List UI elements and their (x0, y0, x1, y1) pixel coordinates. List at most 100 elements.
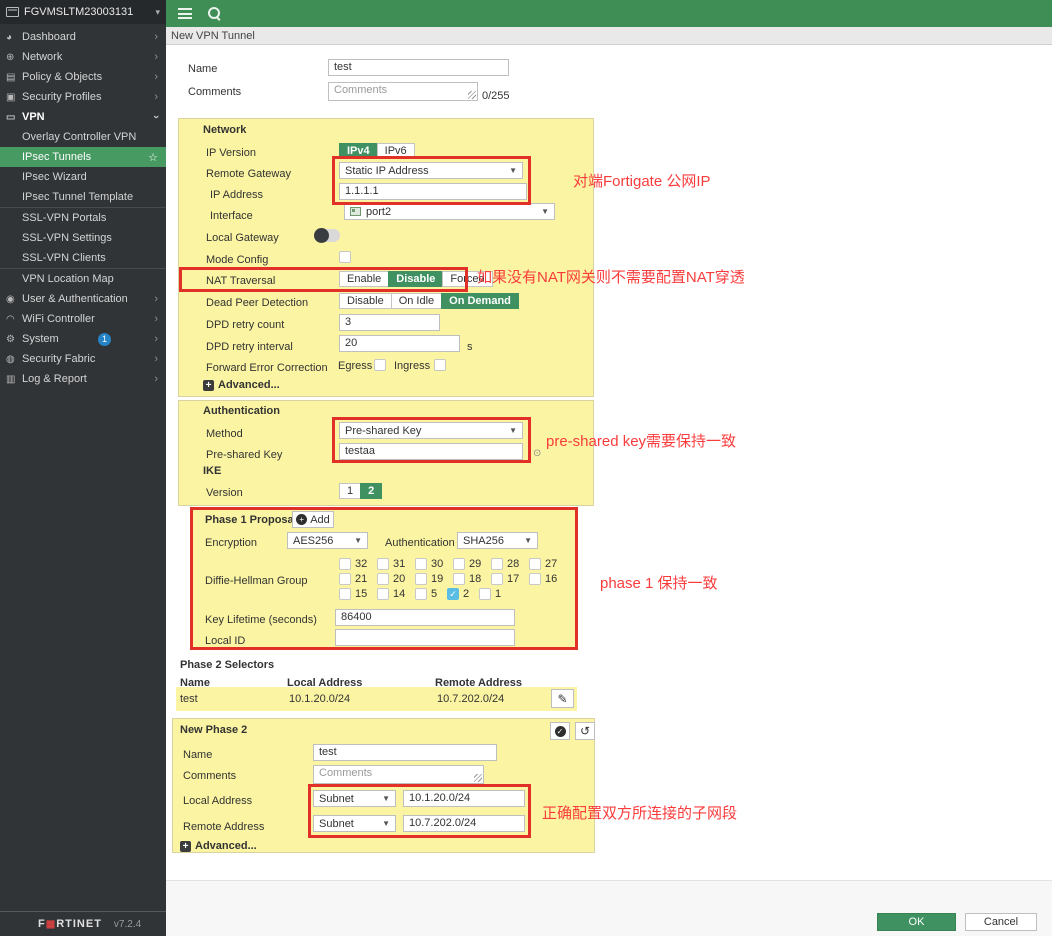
key-lifetime-input[interactable]: 86400 (335, 609, 515, 626)
resize-handle[interactable] (474, 774, 482, 782)
dpd-onidle-option[interactable]: On Idle (391, 293, 442, 309)
sidebar-item-system[interactable]: ⚙ System 1 › (0, 329, 166, 349)
dh-27-checkbox[interactable] (529, 558, 541, 570)
np2-remote-input[interactable]: 10.7.202.0/24 (403, 815, 525, 832)
local-id-label: Local ID (205, 634, 245, 648)
np2-advanced-link[interactable]: + Advanced... (180, 840, 257, 852)
local-id-input[interactable] (335, 629, 515, 646)
cancel-button[interactable]: Cancel (965, 913, 1037, 931)
sidebar-item-wifi-controller[interactable]: ◠ WiFi Controller › (0, 309, 166, 329)
device-selector[interactable]: FGVMSLTM23003131 ▾ (0, 0, 166, 24)
dh-row-1: 32 31 30 29 28 27 (339, 558, 567, 570)
dh-19-checkbox[interactable] (415, 573, 427, 585)
comments-input[interactable]: Comments (328, 82, 478, 101)
sidebar-item-ipsec-wizard[interactable]: IPsec Wizard (0, 167, 166, 187)
table-row[interactable]: test 10.1.20.0/24 10.7.202.0/24 (176, 687, 577, 711)
dh-row-3: 15 14 5 ✓2 1 (339, 588, 511, 600)
pencil-icon: ✎ (557, 692, 567, 706)
dh-2-checkbox[interactable]: ✓ (447, 588, 459, 600)
key-lifetime-label: Key Lifetime (seconds) (205, 613, 317, 627)
sidebar-item-overlay-controller-vpn[interactable]: Overlay Controller VPN (0, 127, 166, 147)
name-label: Name (188, 62, 217, 76)
sidebar-item-log-report[interactable]: ▥ Log & Report › (0, 369, 166, 389)
chevron-right-icon: › (154, 31, 158, 43)
policy-objects-icon: ▤ (6, 72, 22, 83)
sidebar-item-user-authentication[interactable]: ◉ User & Authentication › (0, 289, 166, 309)
mode-config-checkbox[interactable] (339, 251, 351, 263)
new-phase2-revert-button[interactable]: ↺ (575, 722, 595, 740)
sidebar-item-security-profiles[interactable]: ▣ Security Profiles › (0, 87, 166, 107)
ike-v1-option[interactable]: 1 (339, 483, 361, 499)
dh-28-checkbox[interactable] (491, 558, 503, 570)
local-gateway-toggle[interactable] (315, 229, 340, 242)
fec-ingress-checkbox[interactable] (434, 359, 446, 371)
dh-31-checkbox[interactable] (377, 558, 389, 570)
annotation-psk: pre-shared key需要保持一致 (546, 430, 736, 451)
dh-1-checkbox[interactable] (479, 588, 491, 600)
resize-handle[interactable] (468, 91, 476, 99)
dh-30-checkbox[interactable] (415, 558, 427, 570)
nat-disable-option[interactable]: Disable (388, 271, 443, 287)
chevron-down-icon: ▼ (509, 166, 517, 175)
nat-enable-option[interactable]: Enable (339, 271, 389, 287)
sidebar-item-sslvpn-clients[interactable]: SSL-VPN Clients (0, 248, 166, 268)
encryption-select[interactable]: AES256 ▼ (287, 532, 368, 549)
network-advanced-link[interactable]: + Advanced... (203, 379, 280, 391)
ip-address-input[interactable]: 1.1.1.1 (339, 183, 527, 200)
interface-select[interactable]: port2 ▼ (344, 203, 555, 220)
ok-button[interactable]: OK (877, 913, 956, 931)
dpd-ondemand-option[interactable]: On Demand (441, 293, 519, 309)
ipv4-option[interactable]: IPv4 (339, 143, 378, 159)
dh-20-checkbox[interactable] (377, 573, 389, 585)
log-report-icon: ▥ (6, 374, 22, 385)
sidebar-item-vpn-location-map[interactable]: VPN Location Map (0, 269, 166, 289)
phase1-authentication-select[interactable]: SHA256 ▼ (457, 532, 538, 549)
dh-29-checkbox[interactable] (453, 558, 465, 570)
remote-gateway-select[interactable]: Static IP Address ▼ (339, 162, 523, 179)
dpd-label: Dead Peer Detection (206, 296, 308, 310)
np2-local-type-select[interactable]: Subnet ▼ (313, 790, 396, 807)
name-input[interactable]: test (328, 59, 509, 76)
np2-comments-input[interactable]: Comments (313, 765, 484, 784)
dh-group-label: Diffie-Hellman Group (205, 574, 308, 588)
dpd-retry-interval-input[interactable]: 20 (339, 335, 460, 352)
chevron-down-icon: ▼ (382, 819, 390, 828)
dh-15-checkbox[interactable] (339, 588, 351, 600)
ipv6-option[interactable]: IPv6 (377, 143, 415, 159)
mode-config-label: Mode Config (206, 253, 268, 267)
search-icon[interactable] (208, 7, 221, 20)
phase1-add-button[interactable]: + Add (292, 511, 334, 528)
dpd-disable-option[interactable]: Disable (339, 293, 392, 309)
sidebar-item-dashboard[interactable]: ◕ Dashboard › (0, 27, 166, 47)
sidebar-item-security-fabric[interactable]: ◍ Security Fabric › (0, 349, 166, 369)
dh-21-checkbox[interactable] (339, 573, 351, 585)
sidebar-item-network[interactable]: ⊕ Network › (0, 47, 166, 67)
sidebar-item-sslvpn-settings[interactable]: SSL-VPN Settings (0, 228, 166, 248)
sidebar-item-ipsec-tunnel-template[interactable]: IPsec Tunnel Template (0, 187, 166, 207)
password-visibility-icon[interactable]: ⊙ (533, 448, 541, 459)
np2-name-input[interactable]: test (313, 744, 497, 761)
np2-local-input[interactable]: 10.1.20.0/24 (403, 790, 525, 807)
sidebar-item-sslvpn-portals[interactable]: SSL-VPN Portals (0, 208, 166, 228)
phase2-edit-button[interactable]: ✎ (551, 689, 574, 708)
psk-input[interactable]: testaa (339, 443, 523, 460)
dh-32-checkbox[interactable] (339, 558, 351, 570)
new-phase2-accept-button[interactable]: ✓ (550, 722, 570, 740)
phase2-title: Phase 2 Selectors (180, 659, 274, 671)
dh-18-checkbox[interactable] (453, 573, 465, 585)
dh-16-checkbox[interactable] (529, 573, 541, 585)
np2-remote-type-select[interactable]: Subnet ▼ (313, 815, 396, 832)
chevron-right-icon: › (154, 333, 158, 345)
sidebar-item-ipsec-tunnels[interactable]: IPsec Tunnels ☆ (0, 147, 166, 167)
ike-v2-option[interactable]: 2 (360, 483, 382, 499)
sidebar-item-vpn[interactable]: ▭ VPN › (0, 107, 166, 127)
star-icon[interactable]: ☆ (148, 151, 158, 164)
dpd-retry-count-input[interactable]: 3 (339, 314, 440, 331)
hamburger-menu-icon[interactable] (178, 8, 192, 19)
dh-17-checkbox[interactable] (491, 573, 503, 585)
dh-5-checkbox[interactable] (415, 588, 427, 600)
fec-egress-checkbox[interactable] (374, 359, 386, 371)
dh-14-checkbox[interactable] (377, 588, 389, 600)
sidebar-item-policy-objects[interactable]: ▤ Policy & Objects › (0, 67, 166, 87)
method-select[interactable]: Pre-shared Key ▼ (339, 422, 523, 439)
